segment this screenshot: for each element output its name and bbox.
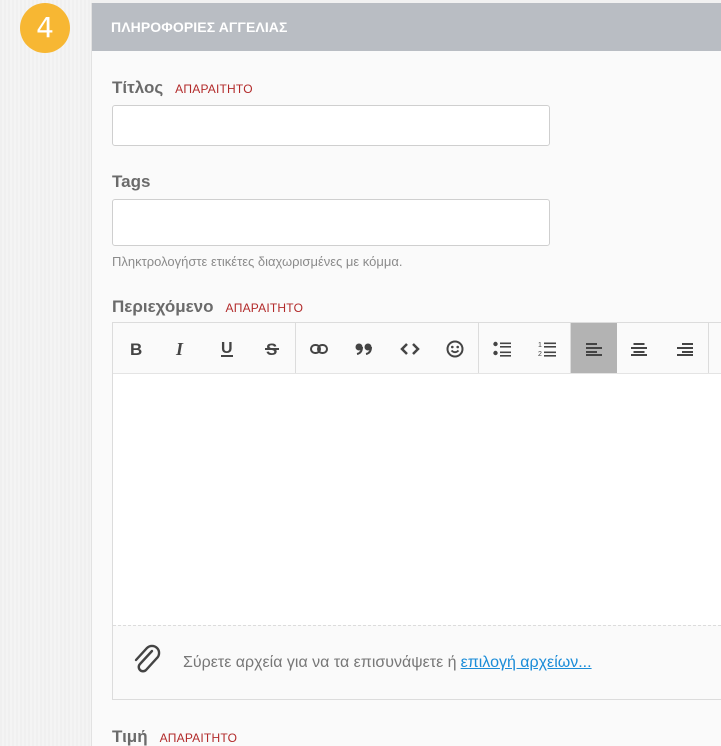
bullet-list-icon[interactable] bbox=[479, 323, 525, 373]
toolbar-group-format: B I U S bbox=[113, 323, 296, 373]
content-label: Περιεχόμενο ΑΠΑΡΑΙΤΗΤΟ bbox=[112, 297, 303, 317]
quote-icon[interactable] bbox=[342, 323, 388, 373]
choose-files-link[interactable]: επιλογή αρχείων... bbox=[461, 654, 592, 671]
tags-label: Tags bbox=[112, 172, 150, 192]
svg-text:U: U bbox=[221, 340, 233, 357]
underline-icon[interactable]: U bbox=[204, 323, 250, 373]
align-left-icon[interactable] bbox=[571, 323, 617, 373]
toolbar-group-insert bbox=[296, 323, 479, 373]
title-label-text: Τίτλος bbox=[112, 78, 164, 97]
bold-icon[interactable]: B bbox=[113, 323, 159, 373]
title-label: Τίτλος ΑΠΑΡΑΙΤΗΤΟ bbox=[112, 78, 253, 98]
page-gutter bbox=[0, 0, 91, 746]
editor-text-area[interactable] bbox=[113, 374, 721, 625]
panel-header: ΠΛΗΡΟΦΟΡΙΕΣ ΑΓΓΕΛΙΑΣ bbox=[92, 3, 721, 51]
ad-info-panel: ΠΛΗΡΟΦΟΡΙΕΣ ΑΓΓΕΛΙΑΣ Τίτλος ΑΠΑΡΑΙΤΗΤΟ Ta… bbox=[91, 3, 721, 746]
svg-text:1: 1 bbox=[538, 342, 542, 349]
content-editor: B I U S 1 2 Σύρετε αρχεία για να τα επισ… bbox=[112, 322, 721, 700]
numbered-list-icon[interactable]: 12 bbox=[525, 323, 571, 373]
content-required-badge: ΑΠΑΡΑΙΤΗΤΟ bbox=[225, 301, 304, 315]
price-required-badge: ΑΠΑΡΑΙΤΗΤΟ bbox=[159, 731, 238, 745]
align-center-icon[interactable] bbox=[617, 323, 663, 373]
attachment-dropzone[interactable]: Σύρετε αρχεία για να τα επισυνάψετε ή επι… bbox=[113, 625, 721, 699]
title-required-badge: ΑΠΑΡΑΙΤΗΤΟ bbox=[175, 82, 253, 96]
content-label-text: Περιεχόμενο bbox=[112, 297, 214, 316]
toolbar-group-more bbox=[709, 323, 721, 373]
more-tools-icon[interactable] bbox=[709, 323, 721, 373]
dropzone-text: Σύρετε αρχεία για να τα επισυνάψετε ή επι… bbox=[183, 654, 592, 672]
emoji-icon[interactable] bbox=[433, 323, 479, 373]
title-input[interactable] bbox=[112, 105, 550, 146]
step-badge: 4 bbox=[20, 3, 70, 53]
paperclip-icon bbox=[131, 643, 163, 682]
italic-icon[interactable]: I bbox=[159, 323, 205, 373]
tags-input[interactable] bbox=[112, 199, 550, 246]
strikethrough-icon[interactable]: S bbox=[250, 323, 296, 373]
tags-label-text: Tags bbox=[112, 172, 151, 191]
toolbar-group-lists: 12 bbox=[479, 323, 571, 373]
svg-text:2: 2 bbox=[538, 351, 542, 357]
code-icon[interactable] bbox=[387, 323, 433, 373]
editor-toolbar: B I U S 1 2 bbox=[113, 323, 721, 374]
toolbar-group-align bbox=[571, 323, 709, 373]
align-right-icon[interactable] bbox=[662, 323, 708, 373]
price-label: Τιμή ΑΠΑΡΑΙΤΗΤΟ bbox=[112, 727, 237, 746]
tags-help-text: Πληκτρολογήστε ετικέτες διαχωρισμένες με… bbox=[112, 254, 403, 269]
price-label-text: Τιμή bbox=[112, 727, 148, 746]
link-icon[interactable] bbox=[296, 323, 342, 373]
svg-text:B: B bbox=[130, 341, 142, 357]
dropzone-instruction: Σύρετε αρχεία για να τα επισυνάψετε ή bbox=[183, 653, 457, 671]
svg-text:I: I bbox=[175, 341, 184, 357]
